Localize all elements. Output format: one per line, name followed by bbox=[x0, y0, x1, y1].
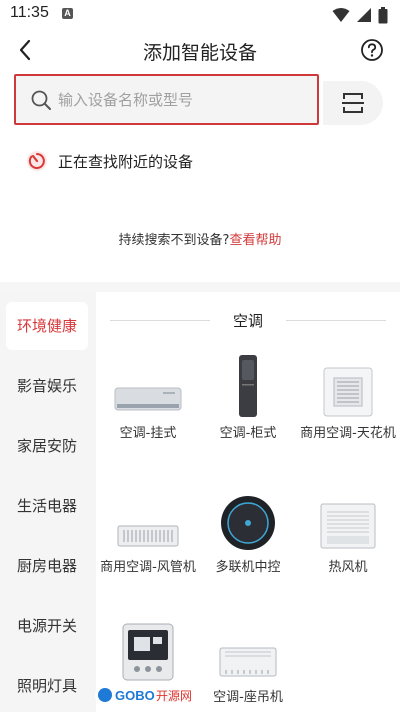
status-bar: 11:35 A bbox=[0, 0, 400, 30]
sidebar-item-lighting[interactable]: 照明灯具 bbox=[6, 662, 88, 710]
central-controller-icon bbox=[221, 496, 275, 550]
ceiling-ac-icon bbox=[323, 367, 373, 417]
device-name: 热风机 bbox=[328, 560, 368, 575]
device-tile[interactable]: 商用空调-天花机 bbox=[300, 354, 396, 443]
question-circle-icon bbox=[361, 39, 383, 61]
device-tile[interactable]: 空调-柜式 bbox=[200, 354, 296, 443]
sidebar-item-environment[interactable]: 环境健康 bbox=[6, 302, 88, 350]
device-name: 多联机中控 bbox=[215, 560, 281, 575]
device-tile[interactable]: 商用空调-风管机 bbox=[100, 488, 196, 577]
sidebar-item-entertainment[interactable]: 影音娱乐 bbox=[6, 362, 88, 410]
floor-ac-icon bbox=[239, 355, 257, 417]
page-title: 添加智能设备 bbox=[142, 42, 257, 64]
signal-icon bbox=[357, 8, 371, 22]
watermark-logo: GOBO 开源网 bbox=[94, 684, 202, 706]
device-name: 空调-挂式 bbox=[119, 426, 177, 441]
help-link[interactable]: 查看帮助 bbox=[229, 233, 281, 248]
device-name: 商用空调-天花机 bbox=[300, 426, 396, 441]
sidebar-item-security[interactable]: 家居安防 bbox=[6, 422, 88, 470]
sidebar-item-kitchen[interactable]: 厨房电器 bbox=[6, 542, 88, 590]
nearby-label: 正在查找附近的设备 bbox=[58, 152, 194, 171]
wall-ac-icon bbox=[114, 387, 182, 411]
status-time: 11:35 bbox=[10, 4, 49, 21]
device-name: 空调-柜式 bbox=[219, 426, 277, 441]
device-name: 商用空调-风管机 bbox=[100, 560, 196, 575]
section-divider bbox=[0, 282, 400, 292]
device-tile[interactable]: 空调-座吊机 bbox=[200, 618, 296, 707]
scan-icon bbox=[342, 93, 364, 113]
thermostat-icon bbox=[122, 623, 174, 681]
search-box[interactable] bbox=[14, 74, 319, 125]
help-line: 持续搜索不到设备?查看帮助 bbox=[0, 229, 400, 248]
section-line-right bbox=[286, 320, 386, 321]
search-input[interactable] bbox=[58, 85, 308, 115]
category-sidebar: 环境健康 影音娱乐 家居安防 生活电器 厨房电器 电源开关 照明灯具 bbox=[0, 292, 96, 712]
nearby-scan-status: 正在查找附近的设备 bbox=[26, 148, 193, 174]
svg-text:开源网: 开源网 bbox=[156, 689, 192, 703]
search-row bbox=[0, 72, 400, 126]
device-name: 空调-座吊机 bbox=[213, 690, 283, 705]
device-tile[interactable]: 多联机中控 bbox=[200, 488, 296, 577]
sidebar-item-power[interactable]: 电源开关 bbox=[6, 602, 88, 650]
device-tile[interactable]: 空调-挂式 bbox=[100, 354, 196, 443]
section-header: 空调 bbox=[110, 310, 386, 330]
notification-icon: A bbox=[62, 8, 73, 19]
search-icon bbox=[31, 90, 51, 110]
duct-ac-icon bbox=[117, 525, 179, 547]
radar-icon bbox=[27, 151, 47, 171]
help-prompt: 持续搜索不到设备? bbox=[118, 233, 230, 248]
ceiling-floor-ac-icon bbox=[219, 647, 277, 677]
top-app-bar: 添加智能设备 bbox=[0, 30, 400, 72]
heater-icon bbox=[320, 503, 376, 549]
scan-button[interactable] bbox=[323, 81, 383, 125]
device-grid: 空调 空调-挂式 空调-柜式 商用空调-天花机 商用空调-风管机 多联机中控 热… bbox=[96, 292, 400, 712]
device-tile[interactable]: 热风机 bbox=[300, 488, 396, 577]
help-button[interactable] bbox=[360, 38, 384, 62]
wifi-icon bbox=[332, 8, 350, 22]
battery-icon bbox=[378, 6, 388, 23]
svg-text:GOBO: GOBO bbox=[115, 688, 155, 703]
status-icons bbox=[332, 6, 388, 24]
sidebar-item-appliances[interactable]: 生活电器 bbox=[6, 482, 88, 530]
